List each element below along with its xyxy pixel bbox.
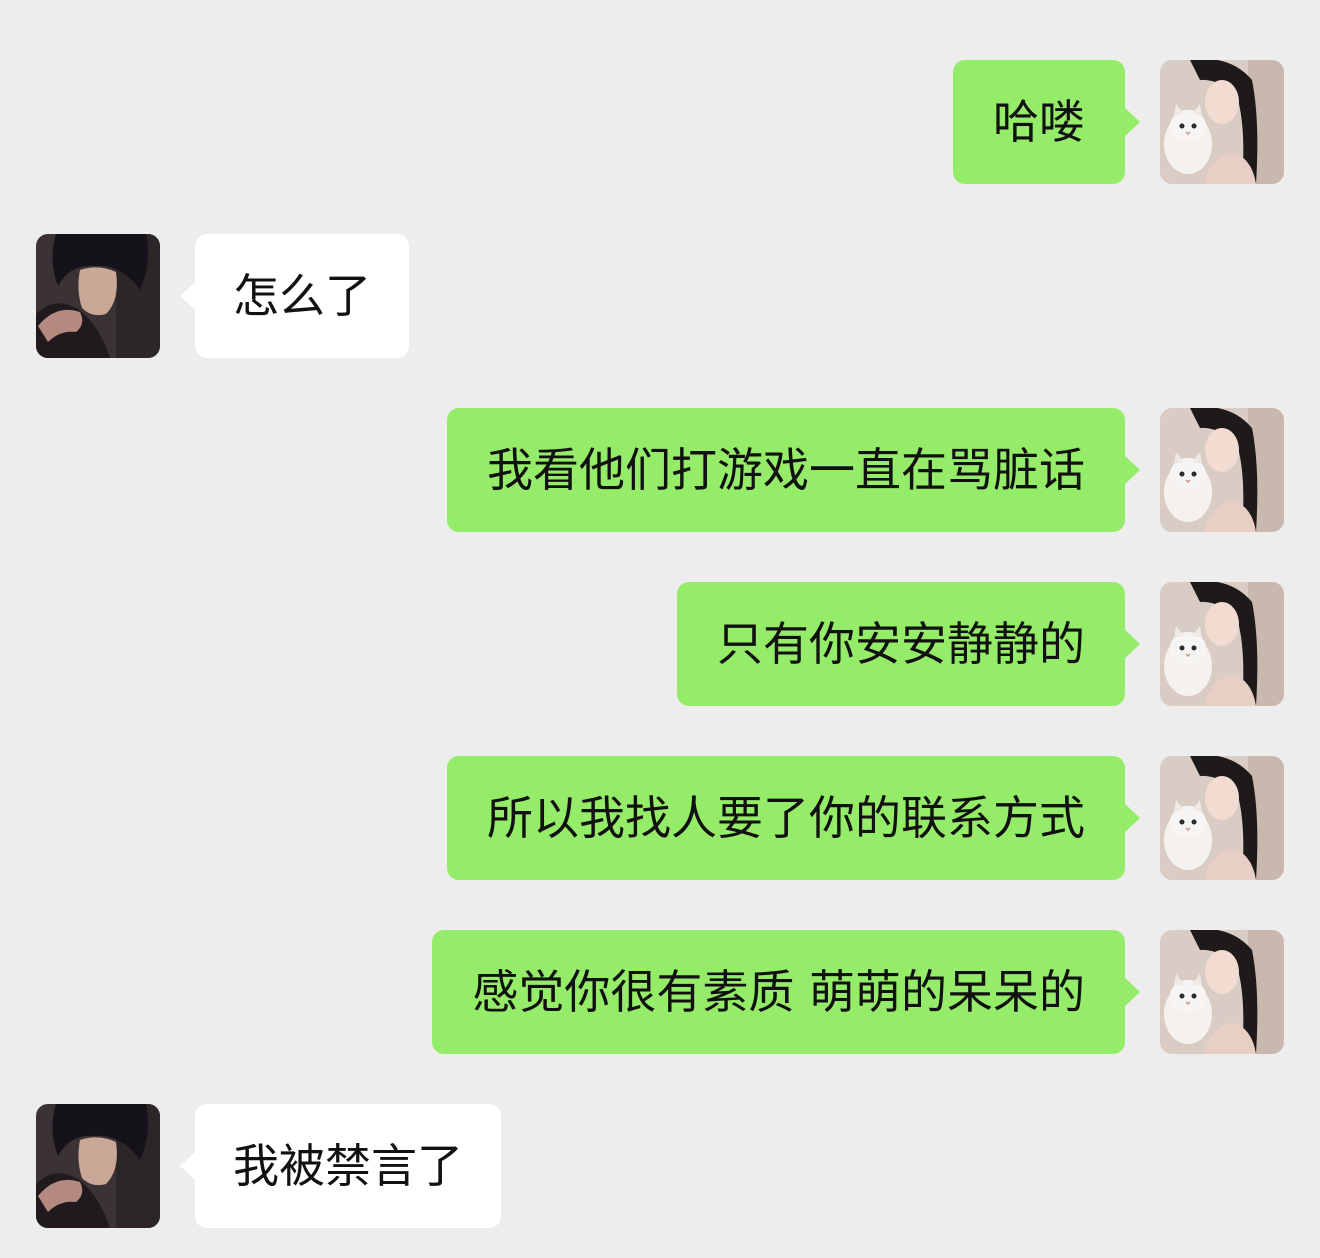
message-text: 我被禁言了 xyxy=(233,1139,463,1193)
message-text: 哈喽 xyxy=(993,95,1085,149)
self-message-bubble[interactable]: 感觉你很有素质 萌萌的呆呆的 xyxy=(432,930,1125,1054)
message-row: 感觉你很有素质 萌萌的呆呆的 xyxy=(0,930,1320,1054)
message-text: 所以我找人要了你的联系方式 xyxy=(487,791,1085,845)
contact-message-bubble[interactable]: 怎么了 xyxy=(195,234,409,358)
message-text: 我看他们打游戏一直在骂脏话 xyxy=(487,443,1085,497)
self-avatar[interactable] xyxy=(1160,408,1284,532)
self-message-bubble[interactable]: 所以我找人要了你的联系方式 xyxy=(447,756,1125,880)
self-message-bubble[interactable]: 只有你安安静静的 xyxy=(677,582,1125,706)
self-avatar[interactable] xyxy=(1160,60,1284,184)
bubble-tail xyxy=(180,281,196,311)
message-text: 感觉你很有素质 萌萌的呆呆的 xyxy=(472,965,1085,1019)
message-text: 只有你安安静静的 xyxy=(717,617,1085,671)
message-row: 所以我找人要了你的联系方式 xyxy=(0,756,1320,880)
message-row: 哈喽 xyxy=(0,60,1320,184)
self-message-bubble[interactable]: 我看他们打游戏一直在骂脏话 xyxy=(447,408,1125,532)
message-text: 怎么了 xyxy=(233,269,371,323)
bubble-tail xyxy=(1124,107,1140,137)
bubble-tail xyxy=(1124,455,1140,485)
self-avatar[interactable] xyxy=(1160,582,1284,706)
self-avatar[interactable] xyxy=(1160,930,1284,1054)
message-row: 我被禁言了 xyxy=(0,1104,1320,1228)
bubble-tail xyxy=(1124,977,1140,1007)
contact-message-bubble[interactable]: 我被禁言了 xyxy=(195,1104,501,1228)
message-row: 怎么了 xyxy=(0,234,1320,358)
bubble-tail xyxy=(1124,629,1140,659)
message-row: 只有你安安静静的 xyxy=(0,582,1320,706)
bubble-tail xyxy=(1124,803,1140,833)
bubble-tail xyxy=(180,1151,196,1181)
contact-avatar[interactable] xyxy=(36,1104,160,1228)
message-row: 我看他们打游戏一直在骂脏话 xyxy=(0,408,1320,532)
self-message-bubble[interactable]: 哈喽 xyxy=(953,60,1125,184)
self-avatar[interactable] xyxy=(1160,756,1284,880)
contact-avatar[interactable] xyxy=(36,234,160,358)
